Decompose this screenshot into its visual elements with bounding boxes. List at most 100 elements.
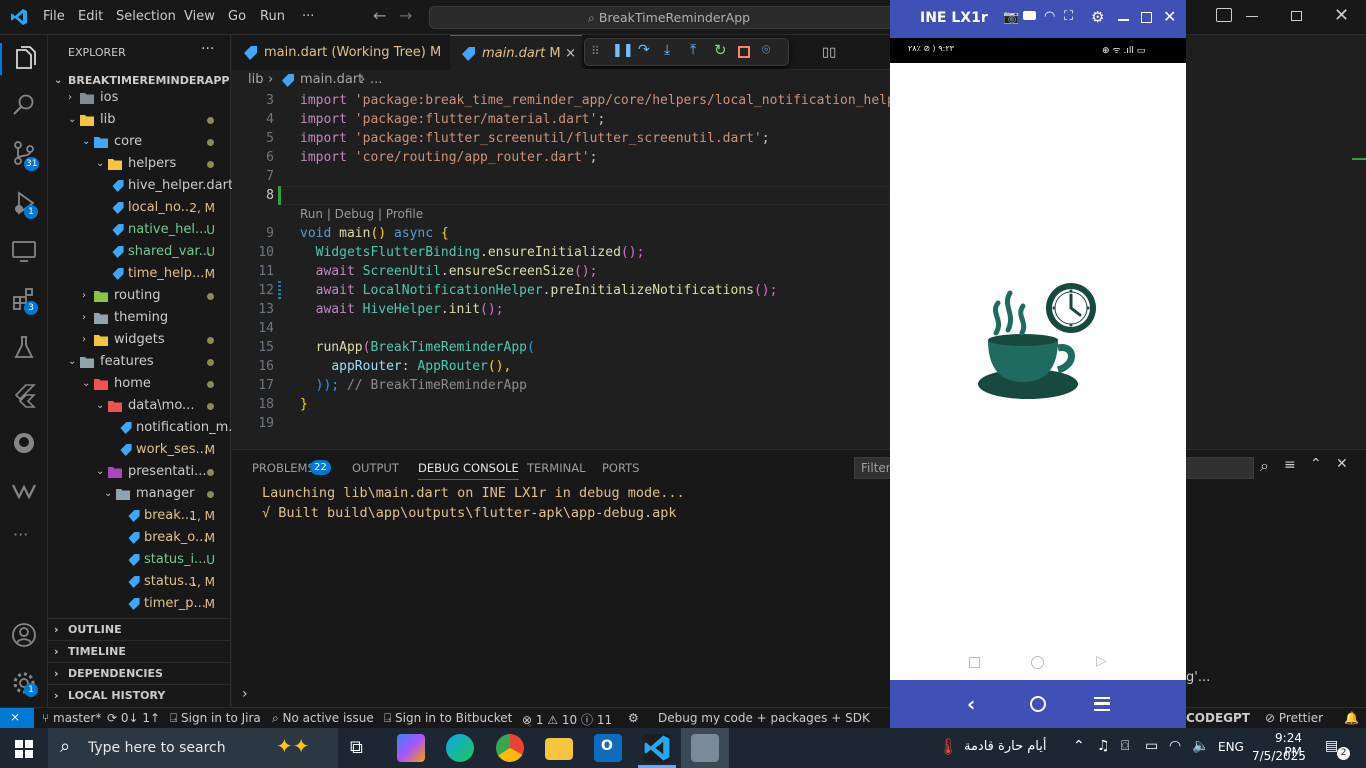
outline-section[interactable]: › OUTLINE (48, 618, 231, 640)
file-item[interactable]: notification_m... (48, 417, 241, 439)
file-explorer-icon[interactable] (545, 738, 573, 760)
tab-output[interactable]: OUTPUT (352, 461, 399, 475)
home-hint-icon[interactable] (1031, 656, 1044, 669)
console-input-chevron-icon[interactable]: › (242, 686, 248, 702)
tray-battery-icon[interactable]: ▭ (1145, 738, 1158, 754)
explorer-icon[interactable] (10, 45, 38, 73)
explorer-more-icon[interactable]: ··· (201, 41, 214, 57)
emulator-taskbar-button[interactable] (681, 728, 729, 768)
local-history-section[interactable]: › LOCAL HISTORY (48, 684, 231, 706)
remote-indicator[interactable]: ⨯ (0, 708, 34, 729)
file-item[interactable]: break_o... M (48, 527, 231, 549)
folder-item[interactable]: ⌄ presentati... (48, 461, 231, 483)
emulator-home-icon[interactable] (1030, 696, 1046, 712)
step-out-icon[interactable]: ⤒ (690, 42, 696, 58)
folder-item[interactable]: ⌄ lib (48, 109, 231, 131)
github-icon[interactable] (10, 429, 38, 457)
emulator-back-icon[interactable]: ‹ (967, 692, 975, 716)
code-editor[interactable]: 3 4 5 6 7 8 9 10 11 12 13 14 15 16 17 18 19 import 'pack… (232, 91, 903, 448)
git-branch[interactable]: ⑂ master* (42, 711, 101, 725)
chrome-icon[interactable] (496, 734, 524, 762)
menu-selection[interactable]: Selection (116, 9, 176, 24)
tray-volume-icon[interactable]: 🔈 (1192, 738, 1209, 754)
layout-panel-icon[interactable] (1216, 8, 1232, 22)
tab-ports[interactable]: PORTS (602, 461, 639, 475)
breadcrumb-more[interactable]: ... (370, 72, 382, 87)
clock-date[interactable]: 7/5/2025 (1252, 749, 1306, 763)
problems-summary[interactable]: ⊗ 1 ⚠ 10 ⓘ 11 (522, 711, 612, 728)
folder-item[interactable]: › widgets (48, 329, 231, 351)
file-item[interactable]: local_no... 2, M (48, 197, 231, 219)
codelens-run-debug[interactable]: Run | Debug | Profile (300, 205, 423, 224)
tab-terminal[interactable]: TERMINAL (527, 461, 585, 475)
git-sync[interactable]: ⟳ 0↓ 1↑ (107, 711, 160, 725)
folder-item[interactable]: ⌄ home (48, 373, 231, 395)
remote-explorer-icon[interactable] (10, 237, 38, 265)
menu-view[interactable]: View (184, 9, 215, 24)
menu-go[interactable]: Go (228, 9, 246, 24)
nav-back-icon[interactable]: ← (373, 6, 386, 25)
account-icon[interactable] (10, 621, 38, 649)
file-item[interactable]: work_ses... M (48, 439, 231, 461)
tray-webcam-icon[interactable]: ⌼ (1121, 738, 1129, 754)
file-item[interactable]: shared_var... U (48, 241, 231, 263)
folder-item[interactable]: ⌄ helpers (48, 153, 231, 175)
menu-run[interactable]: Run (260, 9, 285, 24)
emulator-menu-icon[interactable] (1094, 697, 1110, 711)
split-editor-icon[interactable]: ▯▯ (822, 45, 836, 60)
debug-config-label[interactable]: Debug my code + packages + SDK (658, 711, 870, 725)
tab-problems[interactable]: PROBLEMS (252, 461, 315, 475)
screenshot-camera-icon[interactable]: 📷 (1003, 10, 1019, 25)
clear-console-icon[interactable]: ≡ (1284, 457, 1296, 473)
headphones-icon[interactable]: ◠ (1044, 9, 1055, 24)
emulator-maximize-icon[interactable] (1141, 12, 1152, 23)
file-item[interactable]: hive_helper.dart (48, 175, 233, 197)
windows-start-icon[interactable] (15, 740, 33, 758)
recents-hint-icon[interactable] (969, 657, 980, 668)
restart-icon[interactable]: ↻ (714, 41, 727, 59)
stop-icon[interactable] (738, 46, 750, 58)
close-panel-icon[interactable]: ✕ (1336, 456, 1348, 472)
tab-main-active[interactable]: main.dart M × (450, 35, 582, 70)
breadcrumb-file[interactable]: main.dart (300, 72, 363, 87)
menu-more[interactable]: ··· (302, 9, 314, 24)
step-into-icon[interactable]: ⤓ (664, 42, 670, 58)
folder-item[interactable]: ⌄ core (48, 131, 231, 153)
language-indicator[interactable]: ENG (1218, 740, 1244, 754)
vscode-taskbar-icon[interactable] (643, 734, 671, 762)
folder-item[interactable]: › ios (48, 87, 231, 109)
nav-forward-icon[interactable]: → (399, 6, 412, 25)
codegpt-status[interactable]: CODEGPT (1186, 711, 1250, 725)
wallaby-icon[interactable] (10, 477, 38, 505)
taskbar-search[interactable]: ⌕ Type here to search ✦✦ (48, 728, 338, 768)
timeline-section[interactable]: › TIMELINE (48, 640, 231, 662)
debug-config[interactable]: ⚙ (628, 711, 639, 725)
file-item[interactable]: native_hel... U (48, 219, 231, 241)
tab-debug-console[interactable]: DEBUG CONSOLE (418, 461, 519, 480)
close-window-icon[interactable]: ✕ (1334, 5, 1349, 26)
copilot-icon[interactable] (397, 734, 425, 762)
back-hint-icon[interactable]: ▷ (1096, 653, 1107, 669)
tray-wifi-icon[interactable]: ◠ (1169, 738, 1181, 754)
minimize-icon[interactable] (1246, 16, 1258, 17)
pause-icon[interactable]: ❚❚ (612, 43, 634, 58)
file-item[interactable]: break... 1, M (48, 505, 231, 527)
emulator-settings-gear-icon[interactable]: ⚙ (1091, 8, 1104, 26)
search-sidebar-icon[interactable] (10, 91, 38, 119)
jira-signin[interactable]: ⍈ Sign in to Jira (170, 711, 261, 726)
menu-file[interactable]: File (43, 9, 65, 24)
more-views-icon[interactable]: ··· (13, 525, 28, 544)
folder-item[interactable]: › routing (48, 285, 231, 307)
file-item[interactable]: time_help... M (48, 263, 231, 285)
folder-item[interactable]: ⌄ features (48, 351, 231, 373)
inspect-widget-icon[interactable]: ⌾ (762, 42, 770, 58)
fullscreen-icon[interactable]: ⛶ (1064, 9, 1073, 24)
weather-text[interactable]: أيام حارة قادمة (964, 739, 1047, 754)
testing-icon[interactable] (10, 333, 38, 361)
file-item[interactable]: timer_p... M (48, 593, 231, 615)
active-issue[interactable]: ⌕ No active issue (272, 711, 374, 726)
outlook-icon[interactable]: O (594, 734, 622, 762)
emulator-close-icon[interactable]: ✕ (1163, 7, 1176, 26)
folder-item[interactable]: ⌄ manager (48, 483, 231, 505)
file-item[interactable]: status_i... U (48, 549, 231, 571)
